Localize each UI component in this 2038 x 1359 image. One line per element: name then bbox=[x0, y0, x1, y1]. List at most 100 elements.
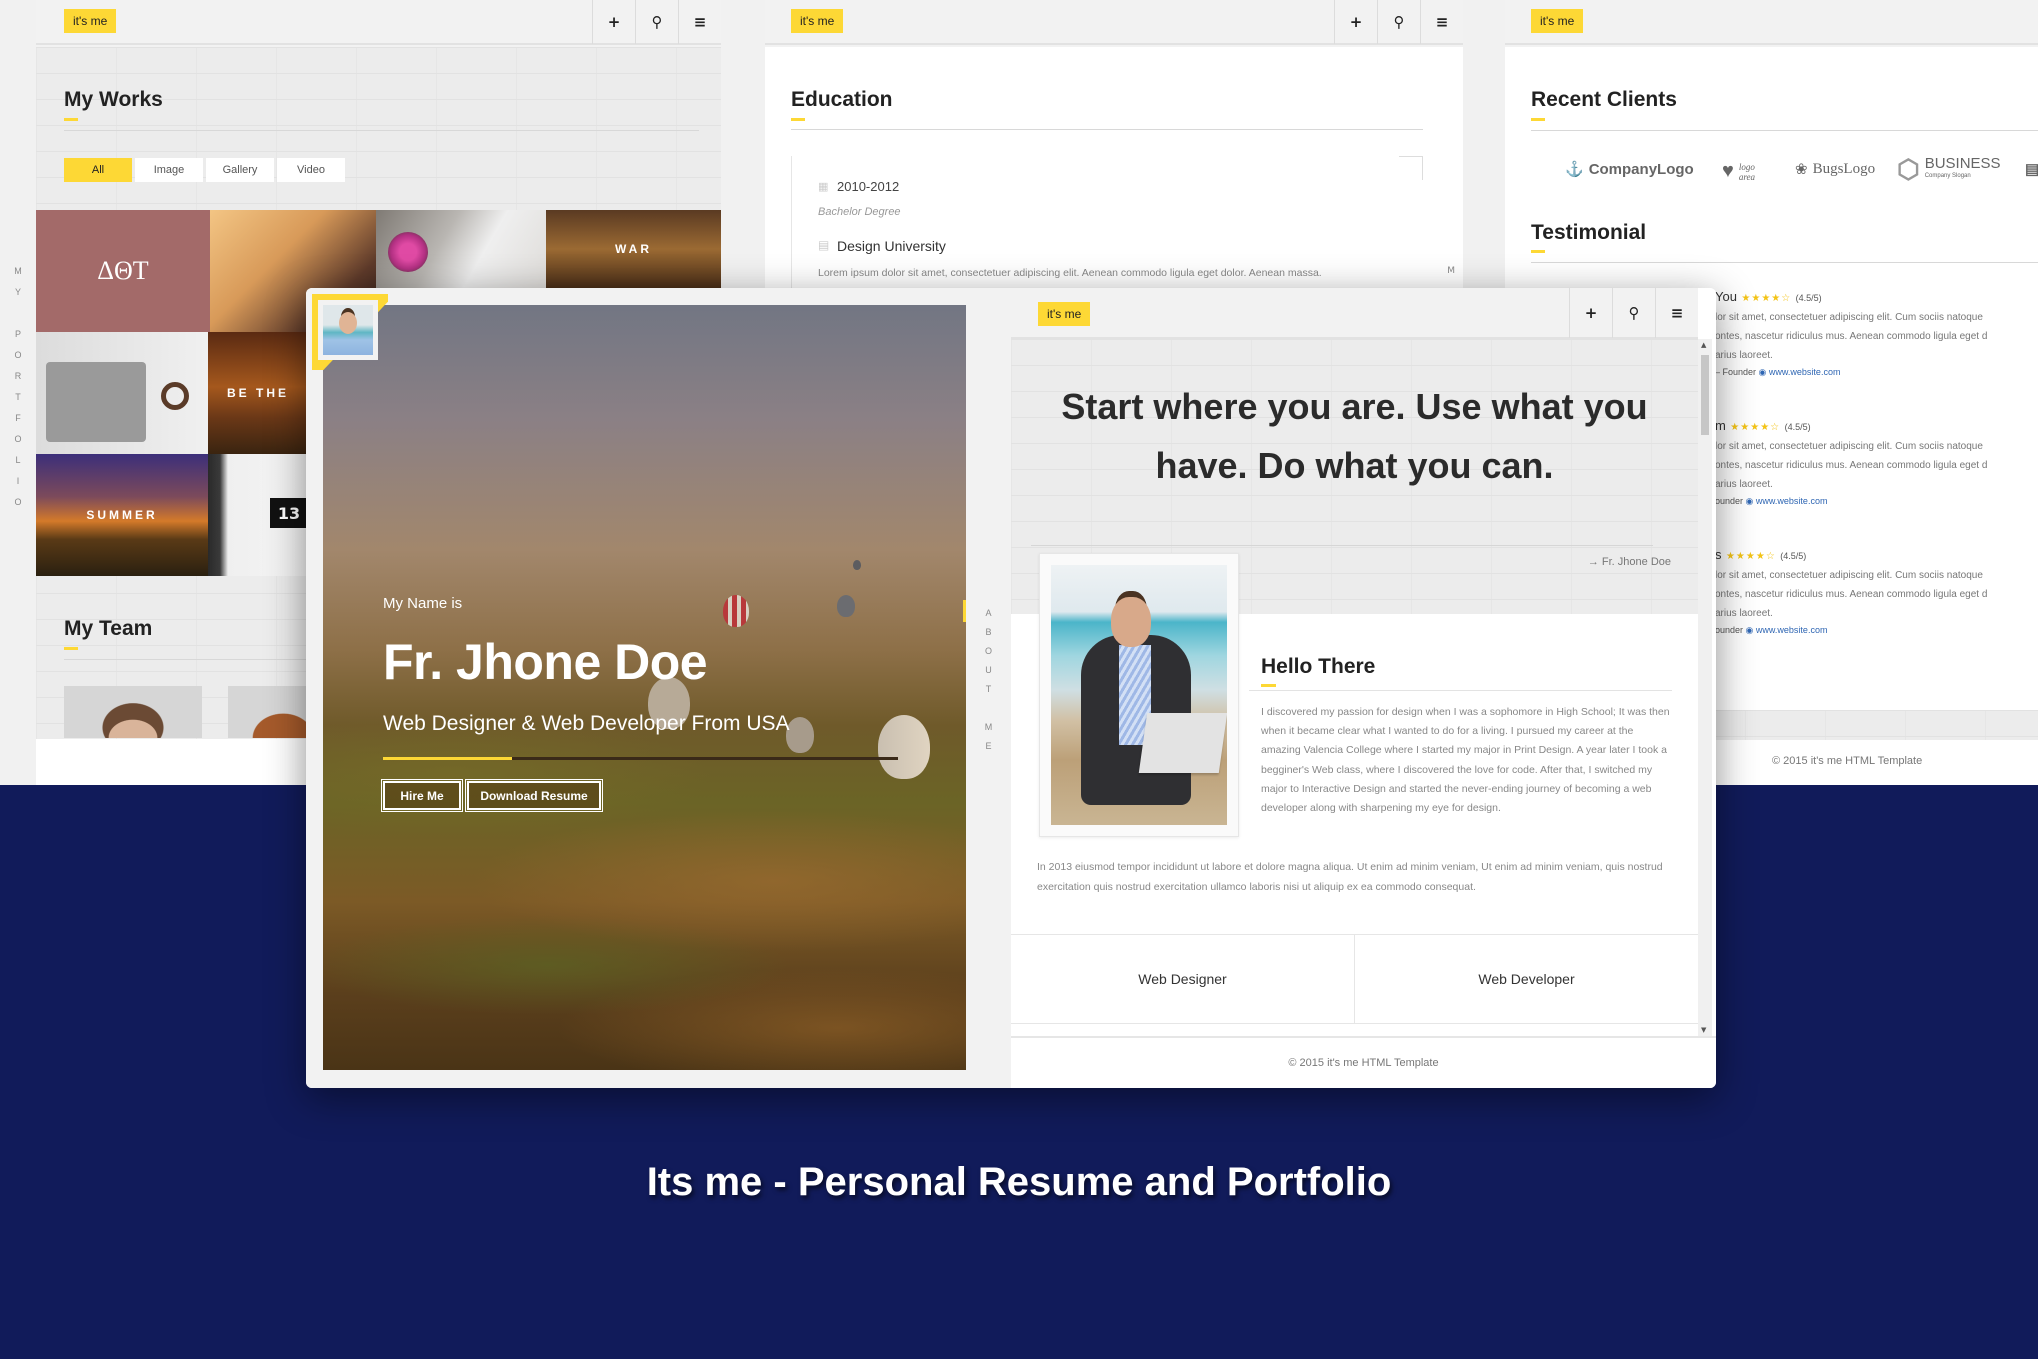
content-scroll-area[interactable]: Start where you are. Use what you have. … bbox=[1011, 339, 1698, 1036]
portfolio-tile[interactable] bbox=[36, 332, 208, 454]
menu-icon: ≡ bbox=[1670, 304, 1684, 322]
scroll-down-arrow-icon[interactable]: ▼ bbox=[1701, 1026, 1706, 1034]
star-rating: ★★★★☆ bbox=[1741, 293, 1792, 304]
filter-gallery[interactable]: Gallery bbox=[206, 158, 274, 182]
side-nav-letter: B bbox=[985, 627, 992, 637]
portfolio-tile[interactable]: SUMMER bbox=[36, 454, 208, 576]
search-icon: ⚲ bbox=[1628, 304, 1640, 322]
testimonial-item: m ★★★★☆ (4.5/5) lor sit amet, consectetu… bbox=[1715, 417, 2038, 507]
side-nav-letter bbox=[17, 308, 20, 318]
hexagon-icon: ⬡ bbox=[1897, 154, 1920, 184]
side-nav-letter: L bbox=[15, 455, 21, 465]
download-resume-button[interactable]: Download Resume bbox=[465, 779, 603, 812]
rating-value: (4.5/5) bbox=[1795, 293, 1822, 303]
avatar-image bbox=[323, 305, 373, 355]
menu-button[interactable]: ≡ bbox=[1420, 0, 1463, 44]
add-button[interactable]: + bbox=[1569, 288, 1612, 338]
portfolio-tile[interactable]: 13 bbox=[208, 454, 308, 576]
panel-header: it's me + ⚲ ≡ bbox=[36, 0, 721, 45]
side-nav-about[interactable]: A B O U T M E bbox=[966, 608, 1011, 751]
portfolio-tile[interactable]: WAR bbox=[546, 210, 721, 288]
star-rating: ★★★★☆ bbox=[1730, 422, 1781, 433]
hero-intro: My Name is bbox=[383, 595, 463, 612]
client-logo[interactable]: ❀ BugsLogo bbox=[1795, 160, 1875, 179]
website-link[interactable]: www.website.com bbox=[1769, 367, 1841, 377]
side-nav-letter bbox=[987, 703, 990, 713]
logo-badge[interactable]: it's me bbox=[64, 9, 117, 33]
portfolio-tile[interactable]: ΔΘT bbox=[36, 210, 210, 332]
testimonial-text: ontes, nascetur ridiculus mus. Aenean co… bbox=[1715, 331, 1988, 342]
quote-text: Start where you are. Use what you have. … bbox=[1061, 386, 1648, 486]
testimonial-item: You ★★★★☆ (4.5/5) lor sit amet, consecte… bbox=[1715, 288, 2038, 378]
plus-icon: + bbox=[1584, 304, 1598, 322]
section-title-works: My Works bbox=[64, 88, 163, 111]
website-link[interactable]: www.website.com bbox=[1756, 496, 1828, 506]
star-rating: ★★★★☆ bbox=[1725, 551, 1776, 562]
client-logo[interactable]: ♥ logo area bbox=[1722, 160, 1765, 183]
hero-name: Fr. Jhone Doe bbox=[383, 634, 708, 690]
section-title-team: My Team bbox=[64, 617, 153, 640]
filter-image[interactable]: Image bbox=[135, 158, 203, 182]
divider bbox=[1531, 262, 2038, 263]
database-icon: ▤ bbox=[2025, 161, 2038, 178]
hire-me-button[interactable]: Hire Me bbox=[381, 779, 463, 812]
side-nav-letter: R bbox=[14, 371, 22, 381]
footer-text: © 2015 it's me HTML Template bbox=[1772, 755, 1923, 767]
logo-badge[interactable]: it's me bbox=[791, 9, 844, 33]
add-button[interactable]: + bbox=[592, 0, 635, 44]
scroll-thumb[interactable] bbox=[1701, 355, 1709, 435]
skill-web-developer[interactable]: Web Developer bbox=[1354, 935, 1698, 1023]
testimonial-text: lor sit amet, consectetuer adipiscing el… bbox=[1715, 570, 1983, 581]
side-nav-portfolio[interactable]: M Y P O R T F O L I O bbox=[0, 266, 36, 507]
team-member-photo[interactable] bbox=[64, 686, 202, 738]
education-years: 2010-2012 bbox=[837, 179, 900, 194]
logo-badge[interactable]: it's me bbox=[1038, 302, 1091, 326]
search-button[interactable]: ⚲ bbox=[1612, 288, 1655, 338]
section-title-testimonial: Testimonial bbox=[1531, 221, 1647, 244]
divider bbox=[791, 129, 1423, 130]
panel-header: it's me + ⚲ ≡ bbox=[765, 0, 1463, 45]
scrollbar[interactable]: ▲ ▼ bbox=[1698, 339, 1712, 1036]
menu-button[interactable]: ≡ bbox=[1655, 288, 1698, 338]
filter-video[interactable]: Video bbox=[277, 158, 345, 182]
side-nav-letter: O bbox=[14, 497, 22, 507]
filter-all[interactable]: All bbox=[64, 158, 132, 182]
client-logo[interactable]: ⚓ CompanyLogo bbox=[1565, 160, 1694, 179]
main-preview-window: My Name is Fr. Jhone Doe Web Designer & … bbox=[306, 288, 1716, 1088]
testimonial-name: m bbox=[1715, 418, 1726, 433]
scroll-up-arrow-icon[interactable]: ▲ bbox=[1701, 341, 1706, 349]
testimonial-text: arius laoreet. bbox=[1715, 608, 1773, 619]
testimonial-text: arius laoreet. bbox=[1715, 350, 1773, 361]
logo-badge[interactable]: it's me bbox=[1531, 9, 1584, 33]
side-nav-letter: P bbox=[14, 329, 21, 339]
title-accent bbox=[1261, 684, 1276, 687]
website-link[interactable]: www.website.com bbox=[1756, 625, 1828, 635]
title-accent bbox=[791, 118, 805, 121]
rating-value: (4.5/5) bbox=[1784, 422, 1811, 432]
hero-banner: My Name is Fr. Jhone Doe Web Designer & … bbox=[323, 305, 966, 1070]
side-nav-letter: E bbox=[985, 741, 992, 751]
client-logo[interactable]: ⬡ BUSINESS Company Slogan bbox=[1897, 154, 2001, 185]
add-button[interactable]: + bbox=[1334, 0, 1377, 44]
side-nav-letter[interactable]: M bbox=[1447, 266, 1455, 276]
rating-value: (4.5/5) bbox=[1780, 551, 1807, 561]
plus-icon: + bbox=[1349, 13, 1363, 31]
search-icon: ⚲ bbox=[1393, 13, 1405, 31]
profile-photo-frame bbox=[1039, 553, 1239, 837]
avatar[interactable] bbox=[318, 300, 378, 360]
portfolio-tile[interactable]: BE THE bbox=[208, 332, 308, 454]
skill-web-designer[interactable]: Web Designer bbox=[1011, 935, 1354, 1023]
about-content: it's me + ⚲ ≡ Start where you are. Use w… bbox=[1011, 288, 1716, 1088]
calendar-icon: ▦ bbox=[818, 180, 829, 193]
testimonial-text: lor sit amet, consectetuer adipiscing el… bbox=[1715, 312, 1983, 323]
menu-button[interactable]: ≡ bbox=[678, 0, 721, 44]
balloon-decoration bbox=[786, 717, 814, 753]
testimonial-role: ounder bbox=[1715, 496, 1744, 506]
balloon-decoration bbox=[837, 595, 855, 617]
photo-detail bbox=[1138, 713, 1227, 773]
search-button[interactable]: ⚲ bbox=[1377, 0, 1420, 44]
search-button[interactable]: ⚲ bbox=[635, 0, 678, 44]
divider bbox=[64, 130, 699, 131]
side-nav-letter: T bbox=[15, 392, 21, 402]
hero-frame: My Name is Fr. Jhone Doe Web Designer & … bbox=[306, 288, 1011, 1088]
